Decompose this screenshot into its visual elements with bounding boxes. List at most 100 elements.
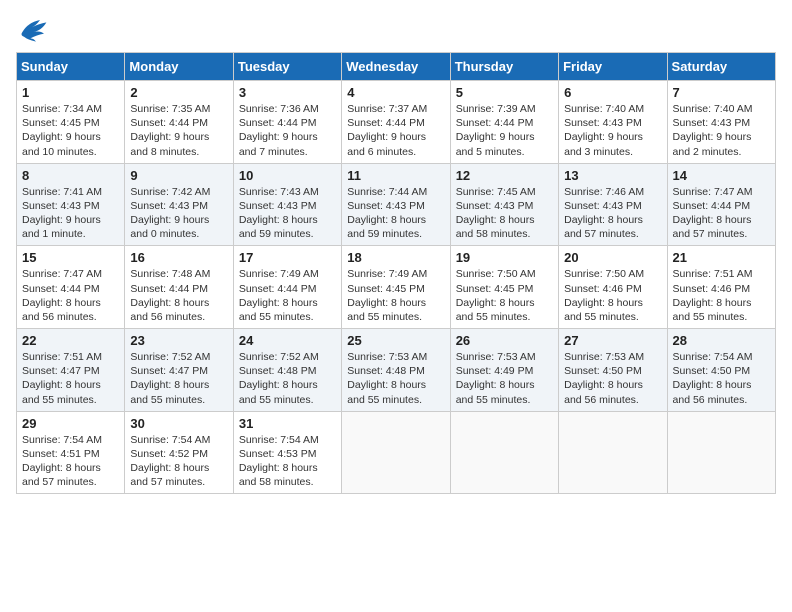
day-number: 22 — [22, 333, 119, 348]
calendar-cell: 21 Sunrise: 7:51 AM Sunset: 4:46 PM Dayl… — [667, 246, 775, 329]
calendar-week-row: 8 Sunrise: 7:41 AM Sunset: 4:43 PM Dayli… — [17, 163, 776, 246]
day-detail: Sunrise: 7:53 AM Sunset: 4:50 PM Dayligh… — [564, 350, 661, 407]
calendar-cell — [667, 411, 775, 494]
calendar-cell: 5 Sunrise: 7:39 AM Sunset: 4:44 PM Dayli… — [450, 81, 558, 164]
calendar-cell: 22 Sunrise: 7:51 AM Sunset: 4:47 PM Dayl… — [17, 329, 125, 412]
day-detail: Sunrise: 7:40 AM Sunset: 4:43 PM Dayligh… — [673, 102, 770, 159]
day-number: 7 — [673, 85, 770, 100]
calendar-cell — [559, 411, 667, 494]
day-detail: Sunrise: 7:49 AM Sunset: 4:45 PM Dayligh… — [347, 267, 444, 324]
day-detail: Sunrise: 7:52 AM Sunset: 4:47 PM Dayligh… — [130, 350, 227, 407]
calendar-cell: 9 Sunrise: 7:42 AM Sunset: 4:43 PM Dayli… — [125, 163, 233, 246]
calendar-cell: 17 Sunrise: 7:49 AM Sunset: 4:44 PM Dayl… — [233, 246, 341, 329]
calendar-header-row: SundayMondayTuesdayWednesdayThursdayFrid… — [17, 53, 776, 81]
day-detail: Sunrise: 7:34 AM Sunset: 4:45 PM Dayligh… — [22, 102, 119, 159]
day-number: 29 — [22, 416, 119, 431]
day-detail: Sunrise: 7:41 AM Sunset: 4:43 PM Dayligh… — [22, 185, 119, 242]
day-number: 9 — [130, 168, 227, 183]
day-number: 12 — [456, 168, 553, 183]
day-number: 30 — [130, 416, 227, 431]
day-number: 17 — [239, 250, 336, 265]
calendar-cell: 20 Sunrise: 7:50 AM Sunset: 4:46 PM Dayl… — [559, 246, 667, 329]
day-detail: Sunrise: 7:42 AM Sunset: 4:43 PM Dayligh… — [130, 185, 227, 242]
calendar-cell: 11 Sunrise: 7:44 AM Sunset: 4:43 PM Dayl… — [342, 163, 450, 246]
day-detail: Sunrise: 7:35 AM Sunset: 4:44 PM Dayligh… — [130, 102, 227, 159]
day-detail: Sunrise: 7:50 AM Sunset: 4:46 PM Dayligh… — [564, 267, 661, 324]
day-number: 21 — [673, 250, 770, 265]
calendar-cell — [342, 411, 450, 494]
day-detail: Sunrise: 7:48 AM Sunset: 4:44 PM Dayligh… — [130, 267, 227, 324]
day-detail: Sunrise: 7:40 AM Sunset: 4:43 PM Dayligh… — [564, 102, 661, 159]
day-detail: Sunrise: 7:37 AM Sunset: 4:44 PM Dayligh… — [347, 102, 444, 159]
calendar-cell: 12 Sunrise: 7:45 AM Sunset: 4:43 PM Dayl… — [450, 163, 558, 246]
weekday-header-tuesday: Tuesday — [233, 53, 341, 81]
day-number: 28 — [673, 333, 770, 348]
calendar-week-row: 15 Sunrise: 7:47 AM Sunset: 4:44 PM Dayl… — [17, 246, 776, 329]
calendar-cell: 18 Sunrise: 7:49 AM Sunset: 4:45 PM Dayl… — [342, 246, 450, 329]
day-detail: Sunrise: 7:54 AM Sunset: 4:52 PM Dayligh… — [130, 433, 227, 490]
page-header — [16, 16, 776, 44]
calendar-cell: 25 Sunrise: 7:53 AM Sunset: 4:48 PM Dayl… — [342, 329, 450, 412]
day-detail: Sunrise: 7:51 AM Sunset: 4:46 PM Dayligh… — [673, 267, 770, 324]
day-detail: Sunrise: 7:46 AM Sunset: 4:43 PM Dayligh… — [564, 185, 661, 242]
calendar-cell: 6 Sunrise: 7:40 AM Sunset: 4:43 PM Dayli… — [559, 81, 667, 164]
logo — [16, 16, 52, 44]
calendar-cell: 2 Sunrise: 7:35 AM Sunset: 4:44 PM Dayli… — [125, 81, 233, 164]
weekday-header-wednesday: Wednesday — [342, 53, 450, 81]
day-number: 20 — [564, 250, 661, 265]
day-number: 31 — [239, 416, 336, 431]
calendar-table: SundayMondayTuesdayWednesdayThursdayFrid… — [16, 52, 776, 494]
calendar-week-row: 22 Sunrise: 7:51 AM Sunset: 4:47 PM Dayl… — [17, 329, 776, 412]
calendar-cell: 1 Sunrise: 7:34 AM Sunset: 4:45 PM Dayli… — [17, 81, 125, 164]
calendar-cell: 29 Sunrise: 7:54 AM Sunset: 4:51 PM Dayl… — [17, 411, 125, 494]
day-number: 6 — [564, 85, 661, 100]
day-detail: Sunrise: 7:53 AM Sunset: 4:48 PM Dayligh… — [347, 350, 444, 407]
day-detail: Sunrise: 7:51 AM Sunset: 4:47 PM Dayligh… — [22, 350, 119, 407]
day-number: 25 — [347, 333, 444, 348]
weekday-header-monday: Monday — [125, 53, 233, 81]
day-detail: Sunrise: 7:54 AM Sunset: 4:53 PM Dayligh… — [239, 433, 336, 490]
calendar-cell — [450, 411, 558, 494]
calendar-cell: 7 Sunrise: 7:40 AM Sunset: 4:43 PM Dayli… — [667, 81, 775, 164]
calendar-cell: 16 Sunrise: 7:48 AM Sunset: 4:44 PM Dayl… — [125, 246, 233, 329]
day-number: 13 — [564, 168, 661, 183]
day-number: 23 — [130, 333, 227, 348]
day-detail: Sunrise: 7:39 AM Sunset: 4:44 PM Dayligh… — [456, 102, 553, 159]
weekday-header-saturday: Saturday — [667, 53, 775, 81]
day-number: 18 — [347, 250, 444, 265]
calendar-cell: 31 Sunrise: 7:54 AM Sunset: 4:53 PM Dayl… — [233, 411, 341, 494]
day-number: 16 — [130, 250, 227, 265]
logo-bird-icon — [16, 16, 48, 44]
weekday-header-sunday: Sunday — [17, 53, 125, 81]
calendar-cell: 26 Sunrise: 7:53 AM Sunset: 4:49 PM Dayl… — [450, 329, 558, 412]
day-number: 3 — [239, 85, 336, 100]
day-number: 10 — [239, 168, 336, 183]
calendar-week-row: 1 Sunrise: 7:34 AM Sunset: 4:45 PM Dayli… — [17, 81, 776, 164]
day-detail: Sunrise: 7:47 AM Sunset: 4:44 PM Dayligh… — [673, 185, 770, 242]
day-detail: Sunrise: 7:54 AM Sunset: 4:51 PM Dayligh… — [22, 433, 119, 490]
day-number: 24 — [239, 333, 336, 348]
day-number: 8 — [22, 168, 119, 183]
calendar-cell: 15 Sunrise: 7:47 AM Sunset: 4:44 PM Dayl… — [17, 246, 125, 329]
day-number: 2 — [130, 85, 227, 100]
day-detail: Sunrise: 7:45 AM Sunset: 4:43 PM Dayligh… — [456, 185, 553, 242]
calendar-cell: 3 Sunrise: 7:36 AM Sunset: 4:44 PM Dayli… — [233, 81, 341, 164]
day-number: 19 — [456, 250, 553, 265]
day-detail: Sunrise: 7:49 AM Sunset: 4:44 PM Dayligh… — [239, 267, 336, 324]
calendar-cell: 27 Sunrise: 7:53 AM Sunset: 4:50 PM Dayl… — [559, 329, 667, 412]
day-number: 14 — [673, 168, 770, 183]
day-detail: Sunrise: 7:44 AM Sunset: 4:43 PM Dayligh… — [347, 185, 444, 242]
weekday-header-thursday: Thursday — [450, 53, 558, 81]
day-number: 4 — [347, 85, 444, 100]
day-number: 26 — [456, 333, 553, 348]
day-number: 15 — [22, 250, 119, 265]
day-detail: Sunrise: 7:36 AM Sunset: 4:44 PM Dayligh… — [239, 102, 336, 159]
calendar-cell: 30 Sunrise: 7:54 AM Sunset: 4:52 PM Dayl… — [125, 411, 233, 494]
calendar-cell: 8 Sunrise: 7:41 AM Sunset: 4:43 PM Dayli… — [17, 163, 125, 246]
day-detail: Sunrise: 7:50 AM Sunset: 4:45 PM Dayligh… — [456, 267, 553, 324]
day-detail: Sunrise: 7:53 AM Sunset: 4:49 PM Dayligh… — [456, 350, 553, 407]
calendar-cell: 19 Sunrise: 7:50 AM Sunset: 4:45 PM Dayl… — [450, 246, 558, 329]
calendar-cell: 24 Sunrise: 7:52 AM Sunset: 4:48 PM Dayl… — [233, 329, 341, 412]
day-number: 5 — [456, 85, 553, 100]
day-number: 11 — [347, 168, 444, 183]
